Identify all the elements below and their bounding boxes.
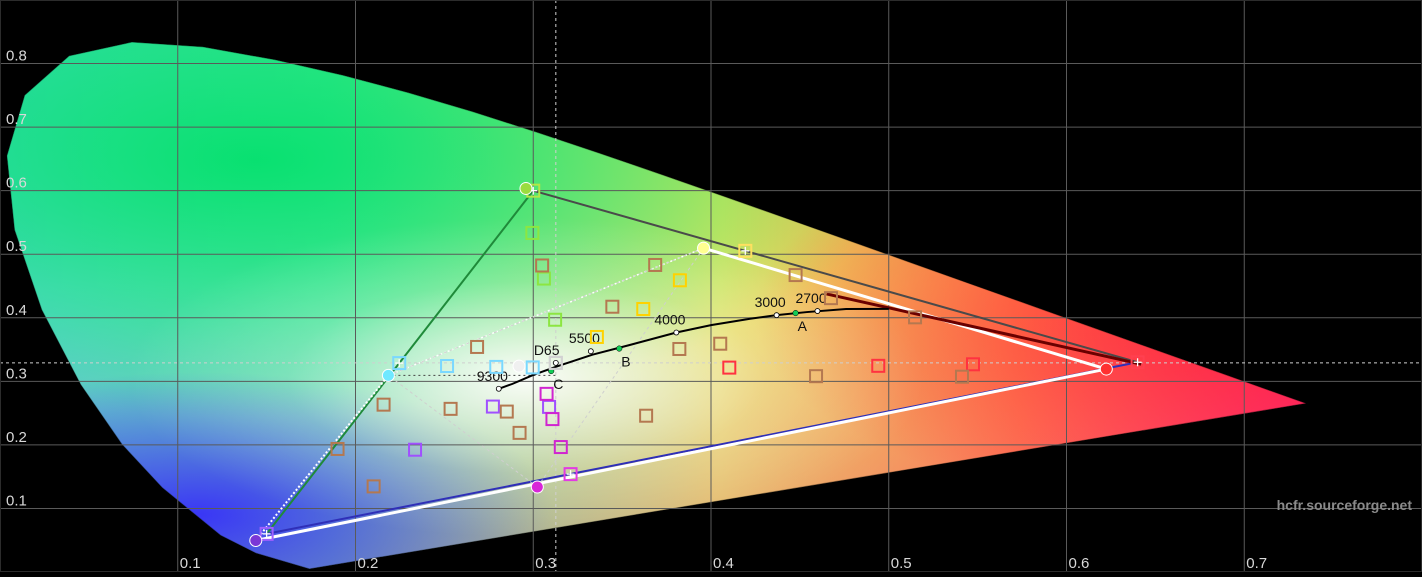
chart-svg: 9300D65550040003000 2700ABC0.1 0.2 0.3 0.4 0.… xyxy=(0,0,1422,572)
x-tick-label-1: 0.2 xyxy=(358,555,379,572)
cct-label-4: 3000 xyxy=(755,294,786,310)
cct-label-1: D65 xyxy=(534,342,560,358)
x-tick-label-5: 0.6 xyxy=(1069,555,1090,572)
cct-dot-3 xyxy=(673,329,680,336)
measured-circle-1 xyxy=(519,181,533,195)
measured-circle-0 xyxy=(1099,362,1113,376)
measured-circle-2 xyxy=(249,533,263,547)
x-tick-label-4: 0.5 xyxy=(891,555,912,572)
illuminant-label-0: A xyxy=(798,318,808,334)
measured-circle-6 xyxy=(512,359,526,373)
cct-label-5: 2700 xyxy=(795,290,826,306)
cct-dot-5 xyxy=(814,308,821,314)
illuminant-label-2: C xyxy=(553,376,563,392)
measured-circle-3 xyxy=(530,480,544,494)
x-tick-label-6: 0.7 xyxy=(1246,555,1267,572)
measured-circle-5 xyxy=(381,368,395,382)
y-tick-label-3: 0.4 xyxy=(6,302,27,319)
cct-dot-0 xyxy=(495,385,502,392)
y-tick-label-7: 0.8 xyxy=(6,48,27,65)
cct-dot-2 xyxy=(587,348,594,355)
y-tick-label-0: 0.1 xyxy=(6,492,27,509)
cct-dot-1 xyxy=(552,360,559,366)
x-tick-label-0: 0.1 xyxy=(180,555,201,572)
y-tick-label-1: 0.2 xyxy=(6,429,27,446)
cie-chromaticity-chart: 9300 D65 5500 4000 3000 2700 A B C 0.1 0.2 0.3 0.4 0.… xyxy=(0,0,1422,572)
illuminant-dot-0 xyxy=(792,310,799,317)
x-tick-label-2: 0.3 xyxy=(535,555,556,572)
y-tick-label-2: 0.3 xyxy=(6,365,27,382)
cct-dot-4 xyxy=(773,312,780,319)
y-tick-label-6: 0.7 xyxy=(6,111,27,128)
illuminant-label-1: B xyxy=(621,354,630,370)
y-tick-label-5: 0.6 xyxy=(6,175,27,192)
illuminant-dot-1 xyxy=(616,345,623,352)
y-tick-label-4: 0.5 xyxy=(6,238,27,255)
x-tick-label-3: 0.4 xyxy=(713,555,734,572)
watermark: hcfr.sourceforge.net xyxy=(1277,497,1413,513)
cct-label-3: 4000 xyxy=(654,312,685,328)
measured-circle-4 xyxy=(697,241,711,255)
cct-label-0: 9300 xyxy=(477,368,508,384)
